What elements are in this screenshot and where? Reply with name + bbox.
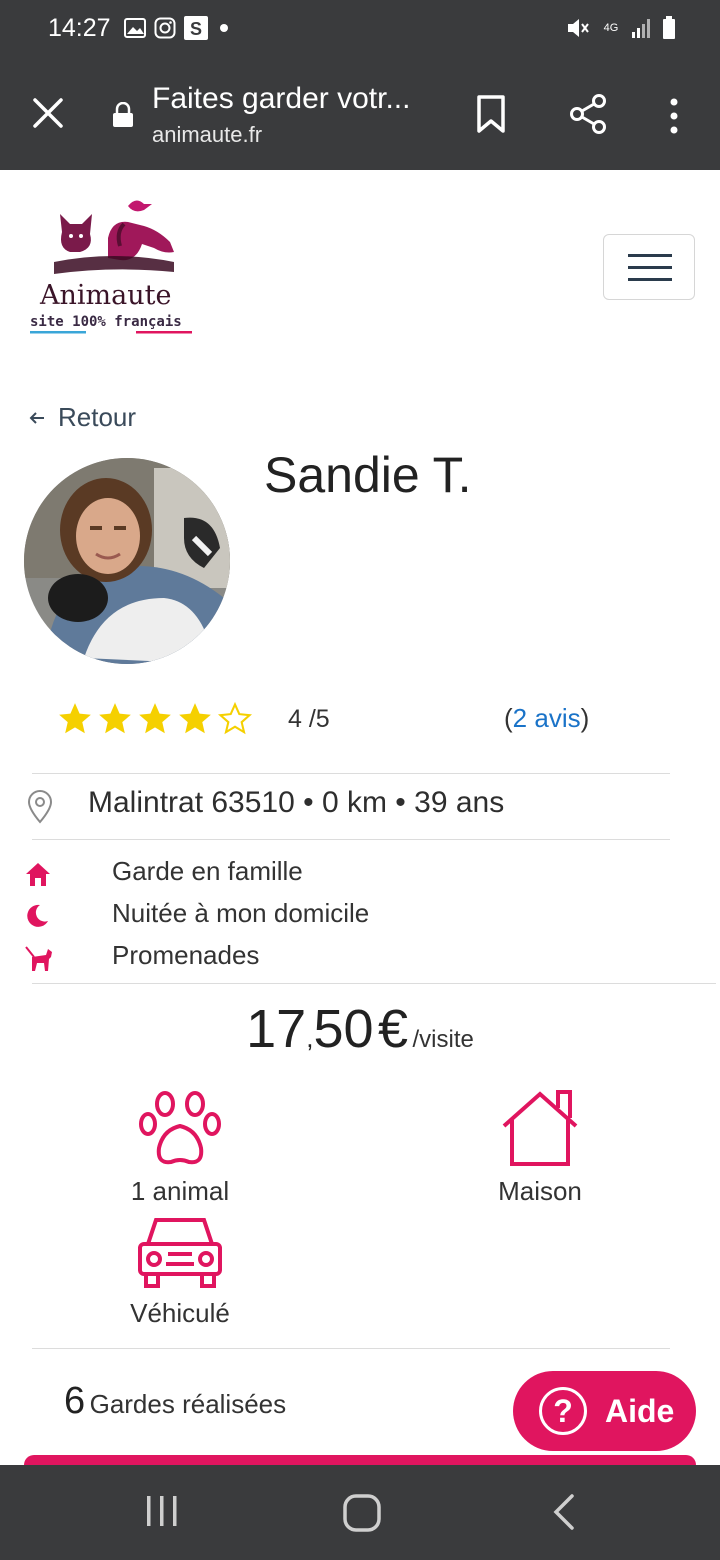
- avatar: [24, 458, 230, 664]
- bookmark-icon[interactable]: [474, 94, 508, 139]
- mute-icon: [568, 19, 589, 37]
- service-item: Nuitée à mon domicile: [112, 898, 370, 928]
- help-button[interactable]: ? Aide: [513, 1371, 696, 1451]
- svg-text:Animaute: Animaute: [39, 280, 171, 311]
- menu-button[interactable]: [603, 234, 695, 300]
- signal-icon: [632, 19, 650, 38]
- back-label: Retour: [58, 402, 137, 432]
- divider: [32, 1348, 670, 1349]
- feature-housing: Maison: [440, 1088, 640, 1207]
- arrow-left-icon: [29, 411, 44, 424]
- lock-icon: [112, 101, 134, 133]
- price-unit: /visite: [412, 1026, 474, 1053]
- star-filled-icon: [59, 703, 91, 734]
- battery-icon: [663, 16, 675, 39]
- service-item: Garde en famille: [112, 856, 303, 886]
- s-icon: S: [184, 16, 208, 40]
- help-icon: ?: [539, 1387, 587, 1435]
- moon-icon: [24, 902, 50, 933]
- divider: [32, 839, 670, 840]
- feature-animals: 1 animal: [80, 1088, 280, 1207]
- star-empty-icon: [217, 701, 253, 735]
- price-currency: €: [377, 999, 409, 1059]
- price: 17,50 € /visite: [0, 998, 720, 1060]
- back-button-icon[interactable]: [550, 1493, 578, 1536]
- status-time: 14:27: [48, 14, 111, 42]
- gardes-label: Gardes réalisées: [89, 1389, 287, 1419]
- page-title[interactable]: Faites garder votr...: [152, 82, 442, 116]
- star-filled-icon: [99, 703, 131, 734]
- instagram-icon: [154, 17, 176, 39]
- recent-apps-icon[interactable]: [144, 1493, 180, 1534]
- gallery-icon: [124, 18, 146, 38]
- browser-toolbar: Faites garder votr... animaute.fr: [0, 60, 720, 170]
- site-logo[interactable]: Animaute site 100% français: [24, 192, 204, 340]
- feature-label: 1 animal: [130, 1176, 230, 1206]
- dot-icon: [220, 24, 228, 32]
- dog-walk-icon: [24, 943, 54, 978]
- rating-stars: [56, 700, 254, 738]
- home-icon: [24, 861, 52, 892]
- android-nav-bar: [0, 1465, 720, 1560]
- star-filled-icon: [139, 703, 171, 734]
- star-filled-icon: [179, 703, 211, 734]
- profile-name: Sandie T.: [264, 447, 472, 503]
- reviews-link[interactable]: 2 avis: [513, 703, 581, 733]
- help-label: Aide: [605, 1392, 675, 1429]
- page-url[interactable]: animaute.fr: [152, 122, 262, 148]
- back-link[interactable]: Retour: [28, 402, 136, 433]
- location-pin-icon: [26, 790, 54, 829]
- divider: [32, 983, 716, 984]
- price-integer: 17: [246, 999, 307, 1059]
- share-icon[interactable]: [566, 92, 610, 141]
- svg-text:site 100% français: site 100% français: [30, 314, 182, 330]
- car-icon: [138, 1218, 222, 1288]
- more-vert-icon[interactable]: [666, 96, 682, 141]
- service-item: Promenades: [112, 940, 260, 970]
- paw-icon: [139, 1091, 221, 1165]
- feature-vehicle: Véhiculé: [80, 1214, 280, 1329]
- svg-text:S: S: [190, 19, 202, 39]
- home-button-icon[interactable]: [342, 1493, 382, 1538]
- reviews: (2 avis): [504, 703, 590, 733]
- rating-text: 4 /5: [288, 705, 330, 733]
- price-decimal: 50: [313, 999, 374, 1059]
- location-info: Malintrat 63510 • 0 km • 39 ans: [88, 786, 505, 819]
- animaute-logo-icon: Animaute site 100% français: [30, 200, 192, 334]
- network-label: 4G: [603, 22, 619, 34]
- feature-label: Maison: [498, 1176, 582, 1206]
- gardes-number: 6: [64, 1380, 86, 1422]
- house-icon: [502, 1090, 578, 1166]
- status-bar: 14:27 S 4G: [0, 0, 720, 60]
- feature-label: Véhiculé: [130, 1298, 230, 1328]
- close-icon[interactable]: [30, 95, 66, 136]
- hamburger-icon: [628, 254, 672, 257]
- gardes-count: 6 Gardes réalisées: [64, 1380, 286, 1423]
- cta-button-partial[interactable]: [24, 1455, 696, 1465]
- divider: [32, 773, 670, 774]
